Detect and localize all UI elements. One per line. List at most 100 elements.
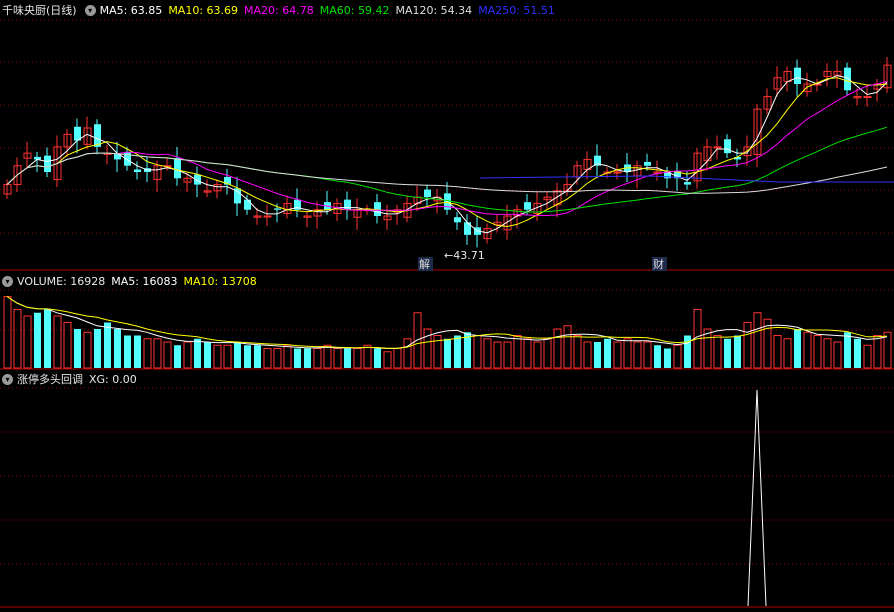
candle-up bbox=[263, 215, 272, 218]
volume-bar-up bbox=[573, 335, 582, 369]
candle-down bbox=[274, 208, 281, 210]
volume-bar-down bbox=[604, 338, 611, 368]
volume-bar-down bbox=[724, 338, 731, 368]
volume-bar-up bbox=[543, 338, 552, 369]
volume-bar-up bbox=[353, 348, 362, 369]
volume-bar-up bbox=[323, 344, 332, 369]
volume-bar-up bbox=[363, 344, 372, 369]
volume-bar-down bbox=[594, 342, 601, 368]
candle-down bbox=[794, 67, 801, 84]
volume-bar-up bbox=[813, 335, 822, 369]
volume-bar-up bbox=[63, 322, 72, 369]
candle-down bbox=[644, 161, 651, 166]
volume-bar-up bbox=[333, 348, 342, 369]
candle-down bbox=[724, 139, 731, 154]
candle-up bbox=[613, 171, 622, 174]
volume-bar-up bbox=[613, 341, 622, 369]
volume-bar-down bbox=[44, 309, 51, 368]
volume-bar-up bbox=[523, 338, 532, 369]
volume-bar-up bbox=[563, 325, 572, 369]
volume-title: VOLUME: 16928 bbox=[17, 274, 106, 288]
volume-bar-up bbox=[313, 348, 322, 369]
candle-down bbox=[134, 169, 141, 172]
volume-bar-up bbox=[533, 341, 542, 369]
volume-bar-down bbox=[124, 335, 131, 368]
volume-bar-up bbox=[703, 328, 712, 369]
ma250-label: MA250: 51.51 bbox=[478, 3, 555, 17]
volume-bar-up bbox=[273, 348, 282, 369]
volume-bar-down bbox=[204, 342, 211, 368]
ma10-label: MA10: 63.69 bbox=[168, 3, 239, 17]
volume-bar-down bbox=[114, 329, 121, 368]
volume-bar-up bbox=[283, 344, 292, 369]
volume-bar-up bbox=[223, 344, 232, 369]
candle-down bbox=[174, 158, 181, 179]
xg-label: XG: 0.00 bbox=[89, 372, 137, 386]
volume-bar-up bbox=[873, 335, 882, 369]
ma120-label: MA120: 54.34 bbox=[395, 3, 473, 17]
volume-bar-down bbox=[304, 348, 311, 368]
volume-bar-up bbox=[153, 338, 162, 369]
candle-down bbox=[524, 202, 531, 210]
volume-bar-up bbox=[403, 338, 412, 369]
volume-bar-down bbox=[174, 345, 181, 368]
volume-bar-up bbox=[753, 312, 762, 369]
volume-bar-down bbox=[654, 345, 661, 368]
volume-bar-up bbox=[783, 338, 792, 369]
volume-bar-up bbox=[643, 341, 652, 369]
main-legend: 千味央厨(日线) ▾ MA5: 63.85 MA10: 63.69 MA20: … bbox=[0, 1, 561, 19]
volume-bar-up bbox=[393, 348, 402, 369]
volume-bar-down bbox=[34, 312, 41, 368]
volume-bar-up bbox=[803, 331, 812, 369]
volume-bar-up bbox=[673, 344, 682, 369]
volume-bar-down bbox=[684, 335, 691, 368]
volume-bar-down bbox=[294, 348, 301, 368]
volume-bar-up bbox=[743, 322, 752, 369]
volume-bar-down bbox=[454, 335, 461, 368]
volume-bar-up bbox=[633, 341, 642, 369]
volume-bar-down bbox=[854, 338, 861, 368]
marker-cai-label: 财 bbox=[653, 257, 664, 271]
chevron-down-icon[interactable]: ▾ bbox=[2, 275, 13, 287]
marker-jie-label: 解 bbox=[419, 257, 430, 271]
volume-ma10-label: MA10: 13708 bbox=[183, 274, 257, 288]
candle-down bbox=[684, 182, 691, 185]
volume-bar-up bbox=[263, 348, 272, 369]
volume-bar-up bbox=[773, 335, 782, 369]
volume-bar-up bbox=[83, 331, 92, 369]
candle-down bbox=[44, 155, 51, 172]
volume-bar-up bbox=[3, 296, 12, 369]
volume-bar-up bbox=[513, 335, 522, 369]
volume-bar-down bbox=[374, 348, 381, 368]
volume-bar-up bbox=[213, 344, 222, 369]
chevron-down-icon[interactable]: ▾ bbox=[84, 4, 96, 16]
volume-bar-up bbox=[833, 341, 842, 369]
volume-bar-up bbox=[183, 341, 192, 369]
volume-bar-down bbox=[94, 329, 101, 368]
volume-bar-up bbox=[503, 341, 512, 369]
volume-bar-up bbox=[823, 338, 832, 369]
volume-bar-up bbox=[53, 315, 62, 369]
volume-bar-up bbox=[473, 335, 482, 369]
stock-title: 千味央厨(日线) bbox=[2, 4, 77, 17]
candle-down bbox=[344, 199, 351, 210]
ma60-label: MA60: 59.42 bbox=[319, 3, 390, 17]
candle-down bbox=[244, 199, 251, 210]
volume-bar-up bbox=[163, 341, 172, 369]
low-price-label: ←43.71 bbox=[444, 249, 485, 262]
volume-bar-up bbox=[583, 341, 592, 369]
candle-up bbox=[863, 96, 872, 99]
volume-bar-down bbox=[344, 348, 351, 368]
volume-bar-down bbox=[194, 338, 201, 368]
chevron-down-icon[interactable]: ▾ bbox=[2, 373, 13, 385]
volume-bar-up bbox=[713, 335, 722, 369]
volume-bar-down bbox=[664, 348, 671, 368]
stock-chart[interactable]: ←43.71 解 财 bbox=[0, 0, 894, 612]
indicator-title: 涨停多头回调 bbox=[17, 373, 83, 386]
volume-bar-up bbox=[623, 338, 632, 369]
volume-bar-down bbox=[104, 322, 111, 368]
volume-bar-up bbox=[143, 338, 152, 369]
volume-bar-down bbox=[244, 345, 251, 368]
volume-bar-up bbox=[493, 341, 502, 369]
volume-ma5-label: MA5: 16083 bbox=[111, 274, 178, 288]
